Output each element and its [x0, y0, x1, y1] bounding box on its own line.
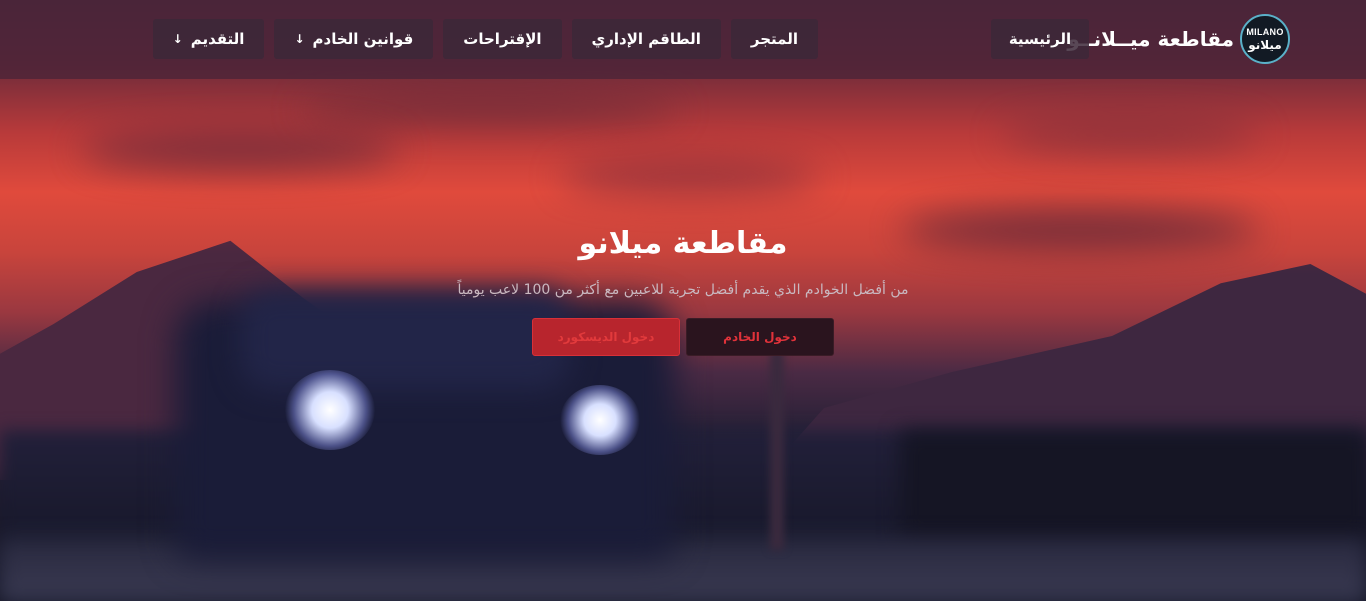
logo-text-en: MILANO [1246, 26, 1284, 37]
top-navbar: MILANO ميلانو مقاطعة ميــلانــو الرئيسية… [0, 0, 1366, 79]
nav-staff-label: الطاقم الإداري [591, 30, 701, 48]
arrow-down-icon: ↓ [294, 32, 305, 46]
hero-background [0, 0, 1366, 601]
nav-home-label: الرئيسية [1008, 30, 1072, 48]
nav-rules-dropdown[interactable]: قوانين الخادم ↓ [274, 19, 434, 59]
street-pole [770, 350, 784, 550]
buildings [900, 430, 1366, 540]
nav-store[interactable]: المتجر [730, 19, 818, 59]
nav-store-label: المتجر [750, 30, 798, 48]
cloud [1000, 120, 1260, 150]
cloud [300, 95, 680, 125]
hero-subtitle: من أفضل الخوادم الذي يقدم أفضل تجربة للا… [457, 282, 909, 298]
car-roof [240, 290, 570, 390]
headlight-left [285, 370, 375, 450]
main-nav: الرئيسية المتجر الطاقم الإداري الإقتراحا… [152, 19, 1089, 59]
nav-suggestions-label: الإقتراحات [463, 30, 542, 48]
nav-suggestions[interactable]: الإقتراحات [443, 19, 562, 59]
cloud [80, 130, 400, 170]
brand[interactable]: MILANO ميلانو مقاطعة ميــلانــو [1067, 14, 1290, 64]
join-discord-button[interactable]: دخول الديسكورد [532, 318, 680, 356]
milano-logo-icon[interactable]: MILANO ميلانو [1240, 14, 1290, 64]
arrow-down-icon: ↓ [172, 32, 183, 46]
nav-rules-label: قوانين الخادم [312, 30, 414, 48]
hero-title: مقاطعة ميلانو [578, 226, 788, 261]
nav-home[interactable]: الرئيسية [991, 19, 1089, 59]
logo-text-ar: ميلانو [1248, 37, 1282, 52]
join-server-button[interactable]: دخول الخادم [686, 318, 834, 356]
cloud [560, 160, 820, 194]
hero-actions: دخول الخادم دخول الديسكورد [532, 318, 834, 356]
nav-apply-dropdown[interactable]: التقديم ↓ [152, 19, 265, 59]
brand-title[interactable]: مقاطعة ميــلانــو [1067, 27, 1234, 51]
headlight-right [560, 385, 640, 455]
nav-staff[interactable]: الطاقم الإداري [571, 19, 721, 59]
nav-apply-label: التقديم [190, 30, 245, 48]
